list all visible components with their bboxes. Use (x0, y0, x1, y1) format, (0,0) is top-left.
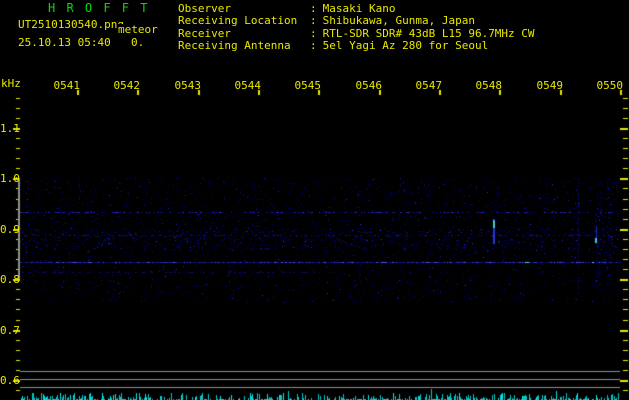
x-tick-label: 0548 (475, 79, 503, 92)
y-tick-label: 0.9 (0, 223, 20, 236)
info-value: RTL-SDR SDR# 43dB L15 96.7MHz CW (322, 26, 535, 40)
x-tick-label: 0543 (174, 79, 202, 92)
info-label: Receiver (178, 26, 231, 40)
y-tick-label: 1.1 (0, 122, 20, 135)
info-separator: : (310, 2, 317, 15)
y-tick-label: 1.0 (0, 172, 20, 185)
info-value: Shibukawa, Gunma, Japan (322, 14, 475, 28)
info-separator: : (310, 26, 317, 40)
info-row: Receiver: RTL-SDR SDR# 43dB L15 96.7MHz C… (178, 28, 535, 39)
info-row: Receiving Antenna:5el Yagi Az 280 for Se… (178, 40, 488, 51)
echo-count: 0. (131, 36, 145, 49)
info-label: Receiving Antenna (178, 38, 291, 52)
output-filename: UT2510130540.png (18, 18, 124, 31)
y-tick-label: 0.6 (0, 374, 20, 387)
info-separator: : (310, 14, 317, 28)
info-separator: : (310, 38, 317, 52)
x-tick-label: 0546 (355, 79, 383, 92)
info-value: 5el Yagi Az 280 for Seoul (322, 38, 489, 52)
hrofft-screen: H R O F F T UT2510130540.png meteor 25.1… (0, 0, 629, 400)
x-tick-label: 0544 (234, 79, 262, 92)
info-value: Masaki Kano (322, 2, 396, 15)
x-tick-label: 0547 (415, 79, 443, 92)
y-tick-label: 0.8 (0, 273, 20, 286)
info-row: Observer: Masaki Kano (178, 3, 395, 14)
station-name: meteor (117, 23, 158, 36)
x-tick-label: 0549 (536, 79, 564, 92)
info-label: Receiving Location (178, 14, 298, 28)
x-tick-label: 0545 (294, 79, 322, 92)
datetime-label: 25.10.13 05:40 (18, 36, 111, 49)
spectrogram-canvas (0, 0, 629, 400)
x-tick-label: 0550 (596, 79, 624, 92)
x-tick-label: 0541 (53, 79, 81, 92)
info-label: Observer (178, 2, 231, 15)
y-tick-label: 0.7 (0, 324, 20, 337)
info-row: Receiving Location: Shibukawa, Gunma, Jap… (178, 15, 475, 26)
x-tick-label: 0542 (113, 79, 141, 92)
y-axis-unit: kHz (1, 77, 21, 90)
app-title: H R O F F T (48, 1, 150, 15)
